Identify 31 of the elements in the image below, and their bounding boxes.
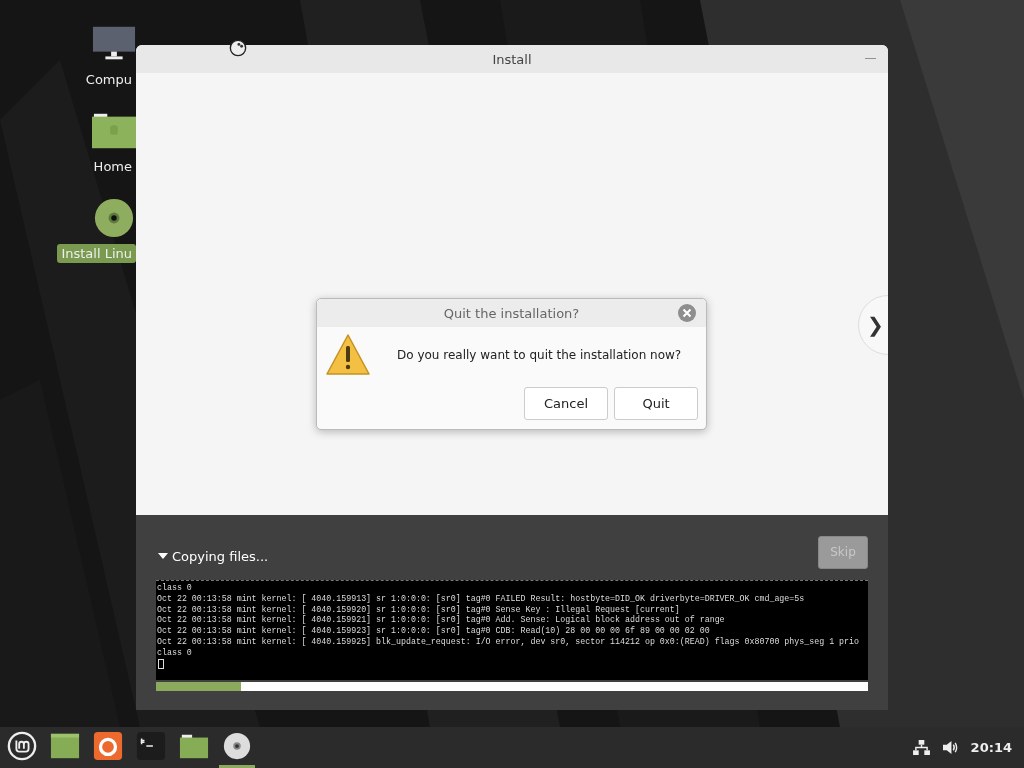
text-cursor (158, 658, 164, 669)
next-button[interactable]: ❯ (858, 295, 888, 355)
window-icon (50, 731, 80, 761)
expander-toggle[interactable]: Copying files... (156, 548, 269, 564)
dialog-title: Quit the installation? (443, 305, 580, 321)
warning-icon (325, 333, 371, 377)
triangle-icon (158, 551, 168, 561)
log-line: class 0 (157, 647, 192, 659)
network-icon[interactable] (912, 740, 930, 755)
clock[interactable]: 20:14 (970, 740, 1012, 755)
log-line: class 0 (157, 583, 192, 594)
menu-icon (7, 731, 37, 761)
window-title: Install (492, 51, 532, 67)
browser-icon (93, 731, 123, 761)
folder-icon[interactable] (92, 111, 136, 151)
log-line: Oct 22 00:13:58 mint kernel: [ 4040.159913] sr 1:0:0:0: [sr0] tag#0 FAILED Result: hostbyte=DID_OK driverbyte=DRIVER_OK cmd_age=5s (157, 593, 805, 605)
volume-icon[interactable] (941, 740, 959, 755)
disc-icon[interactable] (92, 198, 136, 238)
log-line: Oct 22 00:13:58 mint kernel: [ 4040.159925] blk_update_request: I/O error, dev sr0, sector 114212 op 0x0:(READ) flags 0x80700 phys_seg 1 prio (157, 637, 860, 648)
dialog-message: Do you really want to quit the installation now? (397, 348, 682, 362)
log-line: Oct 22 00:13:58 mint kernel: [ 4040.159920] sr 1:0:0:0: [sr0] tag#0 Sense Key : Illegal Request [current] (157, 604, 680, 615)
log-line: Oct 22 00:13:58 mint kernel: [ 4040.159923] sr 1:0:0:0: [sr0] tag#0 CDB: Read(10) 28 00 00 00 6f 89 00 00 02 00 (157, 626, 710, 637)
desktop-icon-label[interactable]: Home (89, 157, 136, 176)
minimize-button[interactable]: — (861, 49, 880, 65)
desktop-icon-label[interactable]: Compu (81, 70, 136, 89)
terminal-icon (136, 731, 166, 761)
dialog-button[interactable]: Quit (614, 387, 698, 420)
dialog-button[interactable]: Cancel (524, 387, 608, 420)
disc-icon (222, 731, 252, 761)
close-icon[interactable] (678, 304, 696, 322)
log-line: Oct 22 00:13:58 mint kernel: [ 4040.159921] sr 1:0:0:0: [sr0] tag#0 Add. Sense: Logical block address out of range (157, 615, 725, 626)
